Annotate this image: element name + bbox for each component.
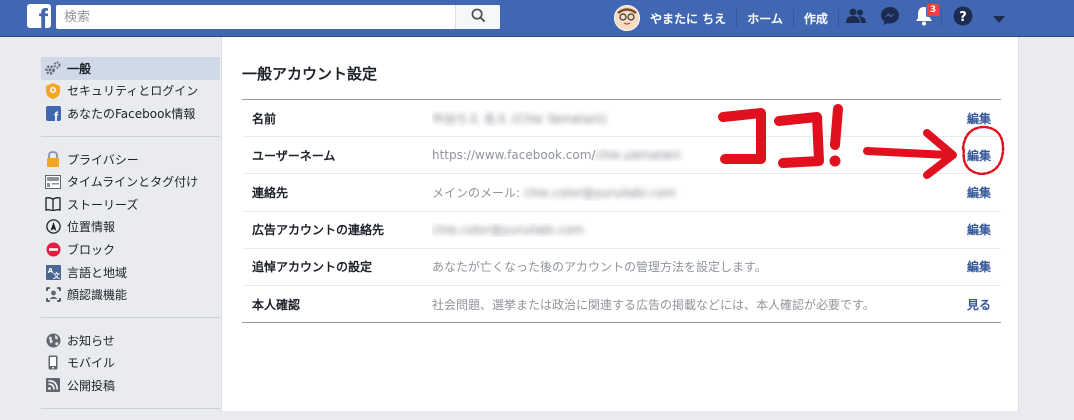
sidebar-item-label: ストーリーズ <box>67 197 139 212</box>
create-link[interactable]: 作成 <box>794 10 838 27</box>
dropdown-arrow-icon <box>992 9 1005 28</box>
setting-label: 名前 <box>252 111 277 126</box>
search-button[interactable] <box>455 5 500 29</box>
sidebar-item-label: モバイル <box>67 356 116 371</box>
language-icon: A文 <box>45 264 61 280</box>
blurred-value: chie.color@yuruilabi.com <box>523 185 676 200</box>
sidebar-item-security[interactable]: セキュリティとログイン <box>41 80 220 103</box>
sidebar-item-label: 顔認識機能 <box>67 288 128 303</box>
sidebar-item-location[interactable]: 位置情報 <box>41 216 220 239</box>
blurred-value: 中谷ちえ 名え (Chie Yamatani) <box>432 111 607 126</box>
sidebar-item-label: プライバシー <box>67 152 139 167</box>
setting-row-ad-account-contact[interactable]: 広告アカウントの連絡先 chie.color@yuruilabi.com 編集 <box>242 210 1001 248</box>
setting-label: 広告アカウントの連絡先 <box>252 223 385 238</box>
sidebar-item-language-region[interactable]: A文 言語と地域 <box>41 261 220 284</box>
home-link[interactable]: ホーム <box>737 10 793 27</box>
search-icon <box>471 8 486 27</box>
sidebar-item-blocking[interactable]: ブロック <box>41 238 220 261</box>
edit-link[interactable]: 編集 <box>951 221 1001 238</box>
avatar[interactable] <box>614 5 640 31</box>
setting-label: ユーザーネーム <box>252 148 336 163</box>
help-icon: ? <box>953 6 973 30</box>
settings-sidebar: 一般 セキュリティとログイン f あなたのFacebook情報 プライバシー タ… <box>41 57 220 420</box>
gear-icon <box>45 60 61 76</box>
sidebar-item-label: 位置情報 <box>67 220 116 235</box>
friends-icon <box>845 8 866 28</box>
setting-value: 社会問題、選挙または政治に関連する広告の掲載などには、本人確認が必要です。 <box>432 297 875 312</box>
sidebar-item-label: あなたのFacebook情報 <box>67 106 196 121</box>
sidebar-item-label: 公開投稿 <box>67 378 116 393</box>
nav-right: やまたに ちえ ホーム 作成 3 ? <box>614 0 1014 36</box>
blurred-value: chie.color@yuruilabi.com <box>432 222 584 237</box>
messenger-icon <box>880 6 900 30</box>
setting-row-identity-confirmation[interactable]: 本人確認 社会問題、選挙または政治に関連する広告の掲載などには、本人確認が必要で… <box>242 284 1001 322</box>
page-title: 一般アカウント設定 <box>242 65 378 83</box>
mobile-icon <box>45 355 61 371</box>
sidebar-item-public-posts[interactable]: 公開投稿 <box>41 374 220 397</box>
sidebar-item-stories[interactable]: ストーリーズ <box>41 193 220 216</box>
friend-requests-button[interactable] <box>839 0 873 36</box>
view-link[interactable]: 見る <box>951 296 1001 313</box>
facebook-icon: f <box>45 105 61 121</box>
notifications-button[interactable]: 3 <box>907 0 941 36</box>
messenger-button[interactable] <box>873 0 907 36</box>
svg-text:文: 文 <box>53 271 61 280</box>
sidebar-item-label: 言語と地域 <box>67 265 128 280</box>
sidebar-item-label: セキュリティとログイン <box>67 84 199 99</box>
facebook-logo[interactable]: f <box>27 4 51 28</box>
sidebar-item-privacy[interactable]: プライバシー <box>41 148 220 171</box>
blurred-value: chie.yamatani <box>595 148 681 163</box>
edit-link[interactable]: 編集 <box>951 258 1001 275</box>
location-icon <box>45 219 61 235</box>
general-settings-panel: 一般アカウント設定 名前 中谷ちえ 名え (Chie Yamatani) 編集 … <box>221 37 1019 411</box>
sidebar-item-your-facebook-info[interactable]: f あなたのFacebook情報 <box>41 102 220 125</box>
top-navigation-bar: f やまたに ちえ ホーム 作成 <box>0 0 1074 37</box>
setting-label: 連絡先 <box>252 185 289 200</box>
setting-value: あなたが亡くなった後のアカウントの管理方法を設定します。 <box>432 260 767 275</box>
sidebar-item-timeline-tagging[interactable]: タイムラインとタグ付け <box>41 170 220 193</box>
sidebar-item-general[interactable]: 一般 <box>41 57 220 80</box>
sidebar-divider <box>41 407 220 409</box>
setting-value: chie.color@yuruilabi.com <box>432 223 951 237</box>
setting-label: 追悼アカウントの設定 <box>252 260 373 275</box>
sidebar-item-notifications[interactable]: お知らせ <box>41 329 220 352</box>
timeline-icon <box>45 174 61 190</box>
sidebar-item-label: お知らせ <box>67 333 115 348</box>
annotation-overlay <box>718 104 1005 179</box>
sidebar-divider <box>41 316 220 318</box>
rss-icon <box>45 377 61 393</box>
sidebar-divider <box>41 135 220 137</box>
sidebar-item-label: 一般 <box>67 61 92 76</box>
sidebar-item-label: ブロック <box>67 242 116 257</box>
sidebar-item-mobile[interactable]: モバイル <box>41 352 220 375</box>
lock-icon <box>45 151 61 168</box>
right-gutter <box>1019 37 1074 411</box>
book-icon <box>45 196 61 212</box>
svg-text:?: ? <box>959 10 967 25</box>
notification-badge: 3 <box>925 3 941 17</box>
sidebar-item-face-recognition[interactable]: 顔認識機能 <box>41 283 220 306</box>
globe-icon <box>45 332 61 348</box>
search-input[interactable] <box>56 5 455 29</box>
setting-label: 本人確認 <box>252 297 301 312</box>
search-box <box>56 5 500 29</box>
help-button[interactable]: ? <box>942 0 984 36</box>
setting-row-memorialization[interactable]: 追悼アカウントの設定 あなたが亡くなった後のアカウントの管理方法を設定します。 … <box>242 247 1001 285</box>
sidebar-item-label: タイムラインとタグ付け <box>67 175 199 190</box>
profile-name-link[interactable]: やまたに ちえ <box>640 10 736 27</box>
badge-icon <box>45 82 61 99</box>
svg-text:f: f <box>53 109 58 121</box>
face-recognition-icon <box>45 287 61 303</box>
block-icon <box>45 241 61 257</box>
account-menu-button[interactable] <box>984 0 1014 36</box>
